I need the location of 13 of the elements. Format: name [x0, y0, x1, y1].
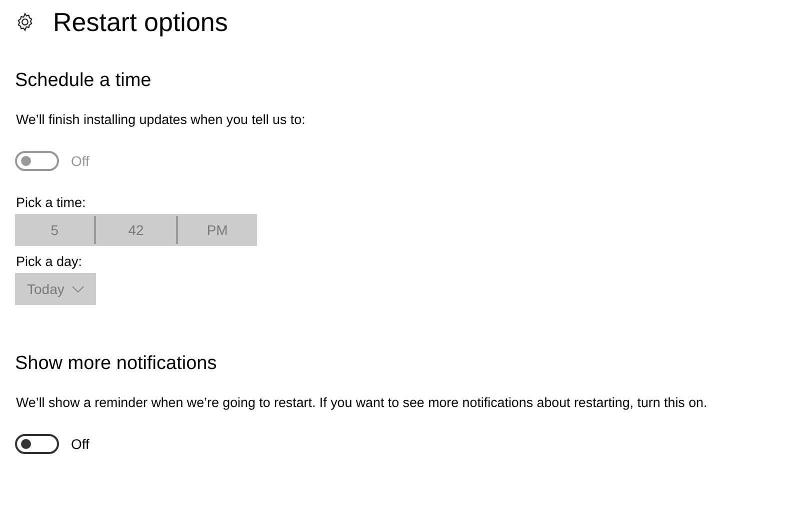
day-dropdown-value: Today: [27, 281, 64, 297]
day-picker-label: Pick a day:: [16, 254, 84, 269]
section-description: We’ll show a reminder when we’re going to restart. If you want to see more notifications about restarting, turn this on.: [16, 395, 708, 410]
toggle-switch[interactable]: [15, 434, 59, 454]
section-description: We’ll finish installing updates when you tell us to:: [16, 112, 306, 127]
chevron-down-icon: [72, 286, 84, 292]
section-title: Schedule a time: [15, 70, 152, 92]
time-picker-label: Pick a time:: [16, 195, 87, 210]
toggle-state-label: Off: [71, 436, 90, 452]
toggle-state-label: Off: [71, 153, 90, 169]
page-title: Restart options: [53, 6, 228, 38]
section-title: Show more notifications: [15, 353, 218, 375]
settings-icon: [15, 12, 35, 32]
